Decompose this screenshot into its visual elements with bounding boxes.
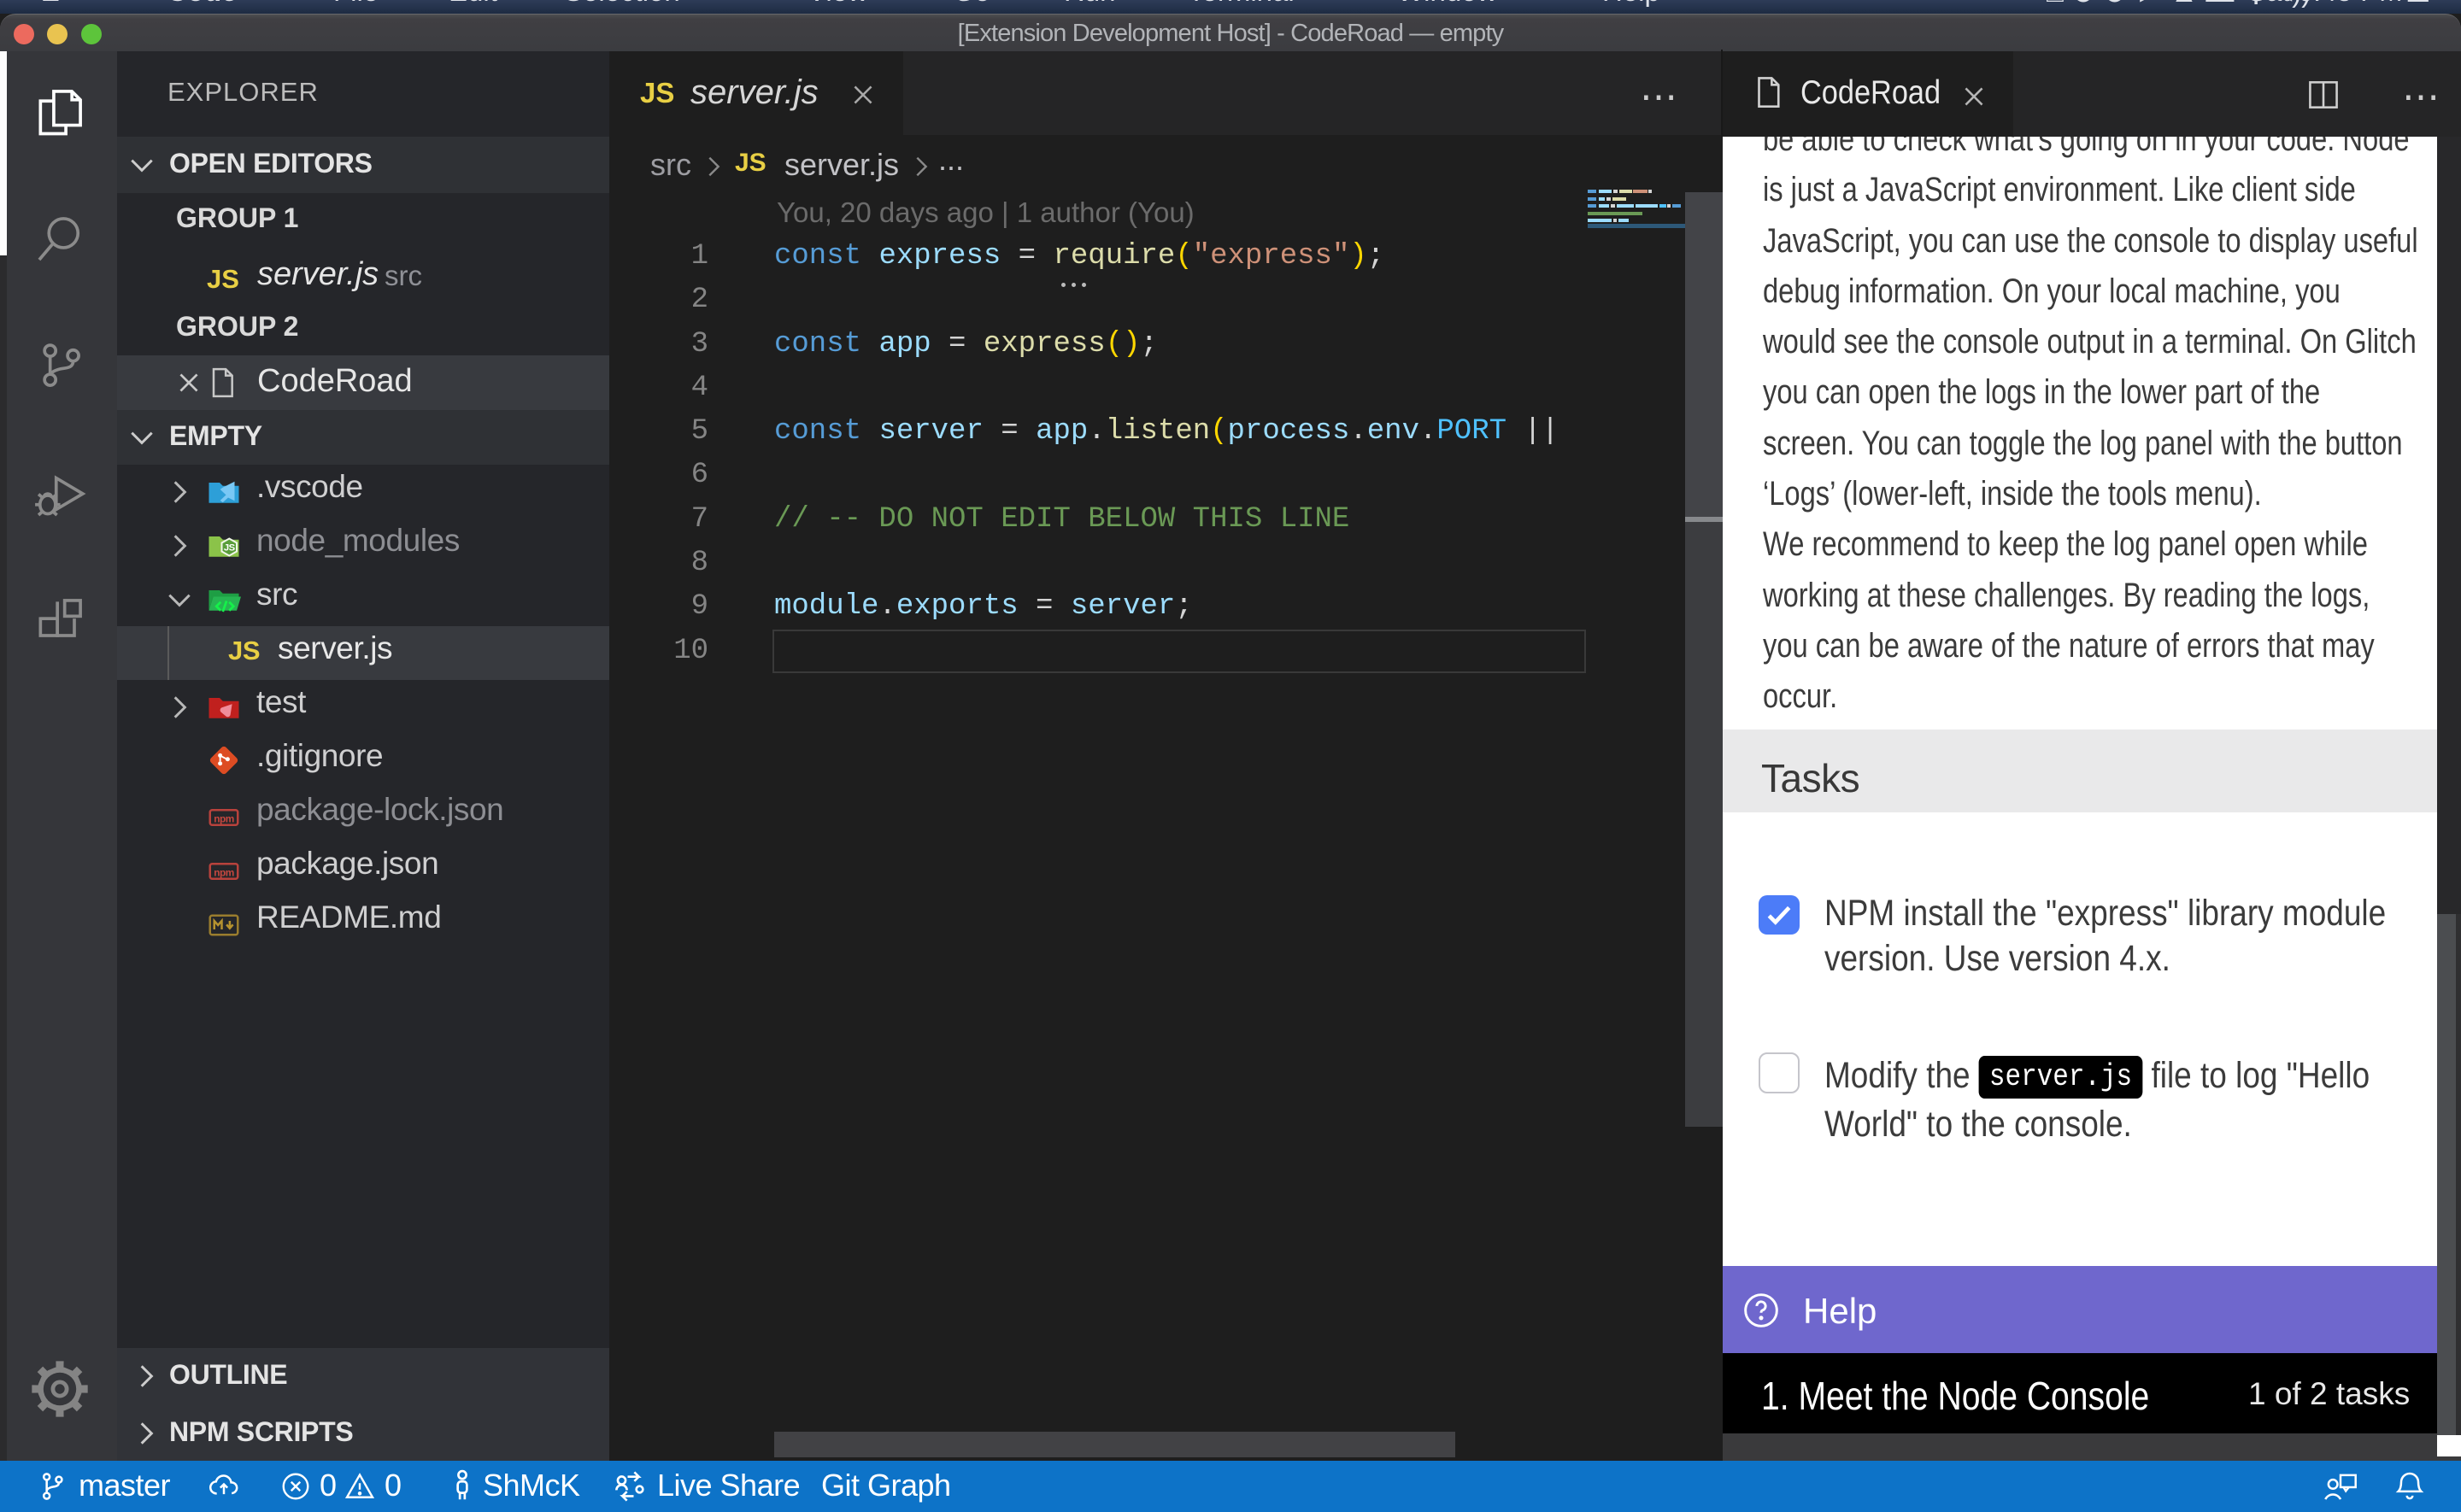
svg-text:npm: npm [214, 867, 234, 879]
svg-text:JS: JS [224, 542, 236, 553]
svg-text:npm: npm [214, 813, 234, 825]
